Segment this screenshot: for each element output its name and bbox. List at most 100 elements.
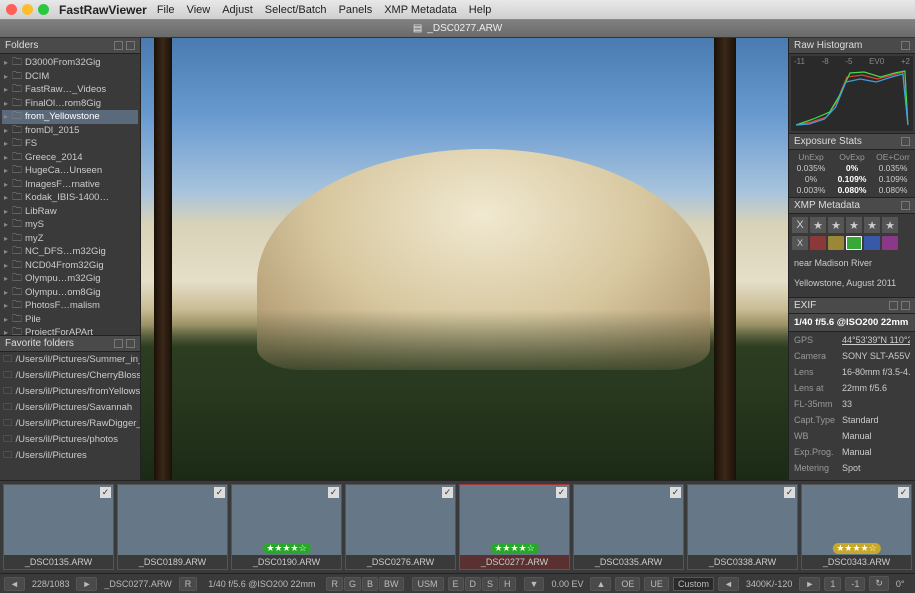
folder-item[interactable]: ▸🗀PhotosF…malism bbox=[2, 299, 138, 313]
ev-down-button[interactable]: ▼ bbox=[524, 577, 545, 591]
folder-item[interactable]: ▸🗀NCD04From32Gig bbox=[2, 259, 138, 273]
check-icon[interactable]: ✓ bbox=[100, 487, 111, 498]
thumbnail[interactable]: ✓_DSC0189.ARW bbox=[117, 484, 228, 570]
wb-prev-button[interactable]: ◄ bbox=[718, 577, 739, 591]
label-clear[interactable]: X bbox=[792, 236, 808, 250]
status-button[interactable]: D bbox=[465, 577, 482, 591]
favorite-item[interactable]: 🗀/Users/il/Pictures bbox=[0, 448, 140, 464]
folder-item[interactable]: ▸🗀from_Yellowstone bbox=[2, 110, 138, 124]
status-button[interactable]: H bbox=[499, 577, 516, 591]
status-button[interactable]: E bbox=[448, 577, 464, 591]
folder-item[interactable]: ▸🗀FinalOl…rom8Gig bbox=[2, 97, 138, 111]
favorite-item[interactable]: 🗀/Users/il/Pictures/photos bbox=[0, 432, 140, 448]
thumbnail[interactable]: ✓_DSC0135.ARW bbox=[3, 484, 114, 570]
label-blue[interactable] bbox=[864, 236, 880, 250]
folder-item[interactable]: ▸🗀DCIM bbox=[2, 70, 138, 84]
panel-control-icon[interactable] bbox=[126, 339, 135, 348]
panel-control-icon[interactable] bbox=[114, 41, 123, 50]
gear-icon[interactable] bbox=[889, 301, 898, 310]
minimize-icon[interactable] bbox=[22, 4, 33, 15]
thumbnail[interactable]: ✓_DSC0338.ARW bbox=[687, 484, 798, 570]
label-purple[interactable] bbox=[882, 236, 898, 250]
favorite-item[interactable]: 🗀/Users/il/Pictures/RawDigger_r… bbox=[0, 416, 140, 432]
folder-item[interactable]: ▸🗀NC_DFS…m32Gig bbox=[2, 245, 138, 259]
maximize-icon[interactable] bbox=[38, 4, 49, 15]
close-icon[interactable] bbox=[6, 4, 17, 15]
folder-item[interactable]: ▸🗀D3000From32Gig bbox=[2, 56, 138, 70]
star-icon[interactable]: ★ bbox=[828, 217, 844, 233]
menu-panels[interactable]: Panels bbox=[339, 4, 373, 16]
nav-next-button[interactable]: ► bbox=[76, 577, 97, 591]
favorite-item[interactable]: 🗀/Users/il/Pictures/CherryBlosso… bbox=[0, 368, 140, 384]
folder-item[interactable]: ▸🗀ImagesF…rnative bbox=[2, 178, 138, 192]
panel-control-icon[interactable] bbox=[114, 339, 123, 348]
xmp-caption-field[interactable]: Yellowstone, August 2011 bbox=[789, 273, 915, 293]
status-button[interactable]: G bbox=[344, 577, 361, 591]
minus1-button[interactable]: -1 bbox=[845, 577, 865, 591]
folder-item[interactable]: ▸🗀FastRaw…_Videos bbox=[2, 83, 138, 97]
folder-item[interactable]: ▸🗀myS bbox=[2, 218, 138, 232]
favorites-list[interactable]: 🗀/Users/il/Pictures/Summer_in_C…🗀/Users/… bbox=[0, 352, 140, 464]
check-icon[interactable]: ✓ bbox=[784, 487, 795, 498]
check-icon[interactable]: ✓ bbox=[328, 487, 339, 498]
raw-toggle[interactable]: R bbox=[179, 577, 198, 591]
thumbnail[interactable]: ✓_DSC0335.ARW bbox=[573, 484, 684, 570]
panel-control-icon[interactable] bbox=[901, 41, 910, 50]
thumbnail[interactable]: ✓★★★★☆_DSC0277.ARW bbox=[459, 484, 570, 570]
check-icon[interactable]: ✓ bbox=[556, 487, 567, 498]
ue-button[interactable]: UE bbox=[644, 577, 669, 591]
label-yellow[interactable] bbox=[828, 236, 844, 250]
favorite-item[interactable]: 🗀/Users/il/Pictures/fromYellowst… bbox=[0, 384, 140, 400]
star-icon[interactable]: ★ bbox=[810, 217, 826, 233]
menu-help[interactable]: Help bbox=[469, 4, 492, 16]
status-button[interactable]: BW bbox=[379, 577, 404, 591]
status-button[interactable]: R bbox=[326, 577, 343, 591]
folder-item[interactable]: ▸🗀HugeCa…Unseen bbox=[2, 164, 138, 178]
folder-tree[interactable]: ▸🗀D3000From32Gig▸🗀DCIM▸🗀FastRaw…_Videos▸… bbox=[0, 54, 140, 335]
xmp-title-field[interactable]: near Madison River bbox=[789, 253, 915, 273]
check-icon[interactable]: ✓ bbox=[898, 487, 909, 498]
favorite-item[interactable]: 🗀/Users/il/Pictures/Summer_in_C… bbox=[0, 352, 140, 368]
folder-item[interactable]: ▸🗀Kodak_IBIS-1400… bbox=[2, 191, 138, 205]
menu-selectbatch[interactable]: Select/Batch bbox=[265, 4, 327, 16]
star-icon[interactable]: ★ bbox=[864, 217, 880, 233]
plus1-button[interactable]: 1 bbox=[824, 577, 841, 591]
panel-control-icon[interactable] bbox=[901, 201, 910, 210]
wb-next-button[interactable]: ► bbox=[799, 577, 820, 591]
thumbnail[interactable]: ✓_DSC0276.ARW bbox=[345, 484, 456, 570]
nav-prev-button[interactable]: ◄ bbox=[4, 577, 25, 591]
image-viewer[interactable] bbox=[141, 38, 788, 480]
menu-file[interactable]: File bbox=[157, 4, 175, 16]
wb-mode-select[interactable]: Custom bbox=[673, 577, 714, 591]
check-icon[interactable]: ✓ bbox=[442, 487, 453, 498]
rotate-button[interactable]: ↻ bbox=[869, 576, 889, 591]
oe-button[interactable]: OE bbox=[615, 577, 640, 591]
rating-clear[interactable]: X bbox=[792, 217, 808, 233]
label-green[interactable] bbox=[846, 236, 862, 250]
folder-item[interactable]: ▸🗀FS bbox=[2, 137, 138, 151]
panel-control-icon[interactable] bbox=[901, 137, 910, 146]
favorite-item[interactable]: 🗀/Users/il/Pictures/Savannah bbox=[0, 400, 140, 416]
status-button[interactable]: S bbox=[482, 577, 498, 591]
folder-item[interactable]: ▸🗀fromDl_2015 bbox=[2, 124, 138, 138]
menu-adjust[interactable]: Adjust bbox=[222, 4, 253, 16]
check-icon[interactable]: ✓ bbox=[670, 487, 681, 498]
menu-view[interactable]: View bbox=[187, 4, 211, 16]
panel-control-icon[interactable] bbox=[126, 41, 135, 50]
label-red[interactable] bbox=[810, 236, 826, 250]
star-icon[interactable]: ★ bbox=[882, 217, 898, 233]
folder-item[interactable]: ▸🗀Pile bbox=[2, 313, 138, 327]
folder-item[interactable]: ▸🗀ProjectForAPArt bbox=[2, 326, 138, 335]
menu-xmpmetadata[interactable]: XMP Metadata bbox=[384, 4, 457, 16]
folder-item[interactable]: ▸🗀Olympu…m32Gig bbox=[2, 272, 138, 286]
star-icon[interactable]: ★ bbox=[846, 217, 862, 233]
panel-control-icon[interactable] bbox=[901, 301, 910, 310]
usm-button[interactable]: USM bbox=[412, 577, 444, 591]
ev-up-button[interactable]: ▲ bbox=[590, 577, 611, 591]
folder-item[interactable]: ▸🗀Greece_2014 bbox=[2, 151, 138, 165]
filmstrip[interactable]: ✓_DSC0135.ARW✓_DSC0189.ARW✓★★★★☆_DSC0190… bbox=[0, 480, 915, 573]
folder-item[interactable]: ▸🗀Olympu…om8Gig bbox=[2, 286, 138, 300]
folder-item[interactable]: ▸🗀myZ bbox=[2, 232, 138, 246]
thumbnail[interactable]: ✓★★★★☆_DSC0343.ARW bbox=[801, 484, 912, 570]
thumbnail[interactable]: ✓★★★★☆_DSC0190.ARW bbox=[231, 484, 342, 570]
